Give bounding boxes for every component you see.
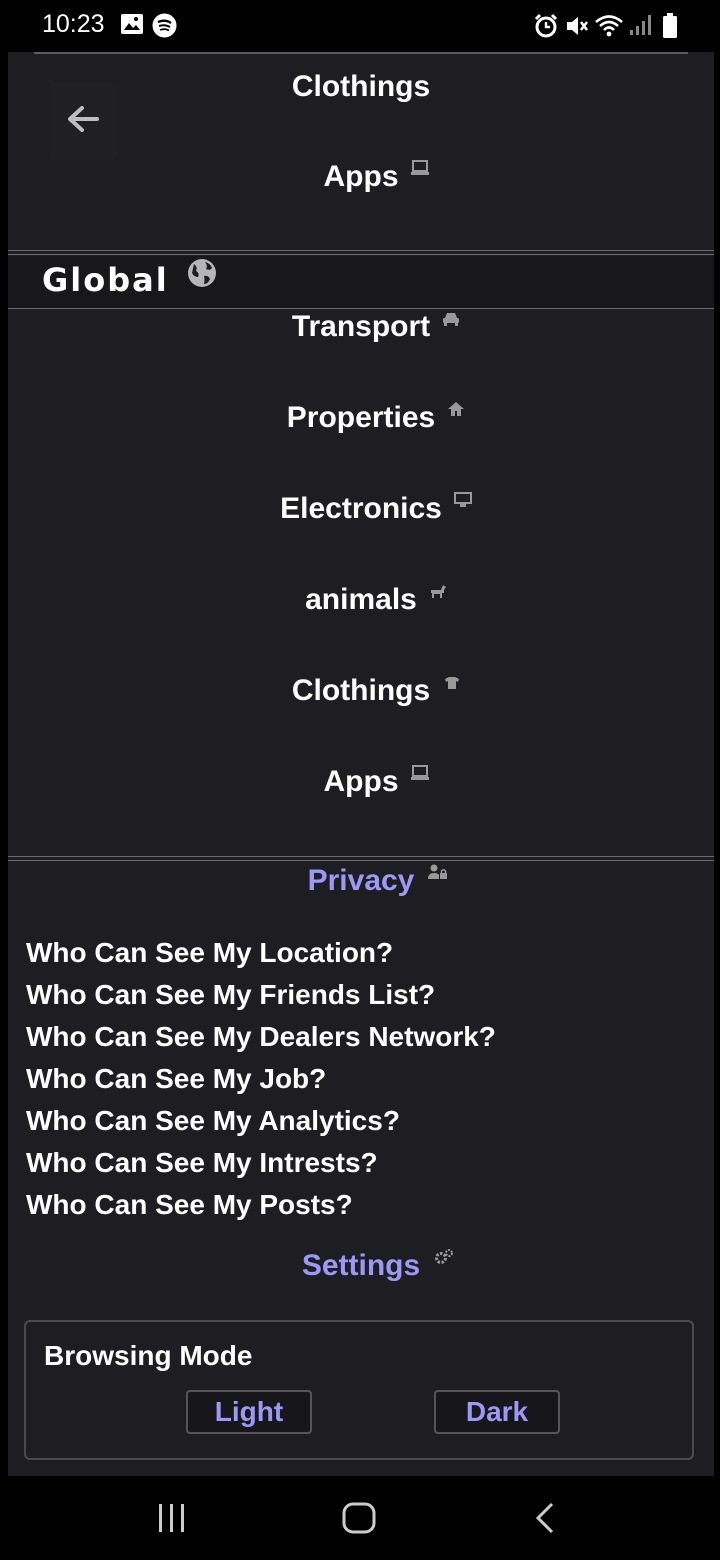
wifi-icon (594, 13, 624, 43)
mute-icon (564, 13, 590, 43)
status-bar: 10:23 (0, 0, 720, 52)
privacy-item-analytics[interactable]: Who Can See My Analytics? (26, 1100, 496, 1142)
home-button-icon[interactable] (340, 1500, 378, 1540)
browsing-mode-title: Browsing Mode (44, 1340, 253, 1371)
app-content: Clothings Apps Global Transport Properti… (8, 52, 714, 1476)
category-label: Clothings (291, 70, 431, 103)
category-label: animals (305, 583, 417, 616)
category-properties[interactable]: Properties (8, 401, 714, 435)
gears-icon (434, 1239, 454, 1273)
arrow-left-icon (67, 105, 99, 137)
privacy-item-location[interactable]: Who Can See My Location? (26, 932, 496, 974)
settings-title-label: Settings (301, 1249, 421, 1282)
privacy-item-friends-list[interactable]: Who Can See My Friends List? (26, 974, 496, 1016)
privacy-item-job[interactable]: Who Can See My Job? (26, 1058, 496, 1100)
shirt-icon (444, 664, 460, 698)
spotify-icon (152, 13, 177, 42)
divider (8, 856, 714, 857)
browsing-mode-card: Browsing Mode Light Dark (24, 1320, 694, 1460)
privacy-item-intrests[interactable]: Who Can See My Intrests? (26, 1142, 496, 1184)
category-apps-top[interactable]: Apps (8, 160, 714, 194)
dark-mode-button[interactable]: Dark (434, 1390, 560, 1434)
category-clothings-top[interactable]: Clothings (8, 70, 714, 104)
user-lock-icon (428, 854, 448, 888)
globe-icon (186, 257, 218, 293)
settings-title: Settings (8, 1249, 714, 1283)
light-mode-button[interactable]: Light (186, 1390, 312, 1434)
privacy-item-dealers-network[interactable]: Who Can See My Dealers Network? (26, 1016, 496, 1058)
home-icon (447, 391, 465, 425)
divider (8, 308, 714, 309)
laptop-icon (410, 755, 429, 789)
divider (8, 254, 714, 255)
category-electronics[interactable]: Electronics (8, 492, 714, 526)
recent-apps-icon[interactable] (156, 1500, 188, 1540)
battery-icon (662, 13, 678, 43)
privacy-item-posts[interactable]: Who Can See My Posts? (26, 1184, 496, 1226)
status-time: 10:23 (42, 10, 105, 38)
category-label: Transport (291, 310, 431, 343)
category-label: Electronics (280, 492, 442, 525)
back-nav-icon[interactable] (530, 1500, 562, 1540)
image-icon (120, 13, 144, 39)
privacy-title-label: Privacy (307, 864, 415, 897)
category-label: Properties (286, 401, 436, 434)
divider (8, 250, 714, 251)
category-clothings[interactable]: Clothings (8, 674, 714, 708)
signal-icon (628, 13, 652, 41)
privacy-title: Privacy (8, 864, 714, 898)
category-transport[interactable]: Transport (8, 310, 714, 344)
car-icon (442, 300, 460, 334)
global-title: Global (42, 261, 169, 299)
laptop-icon (410, 150, 429, 184)
alarm-icon (533, 13, 559, 43)
privacy-list: Who Can See My Location? Who Can See My … (26, 932, 496, 1226)
divider (8, 860, 714, 861)
monitor-icon (453, 482, 472, 516)
top-divider (34, 52, 688, 54)
category-label: Apps (323, 160, 399, 193)
horse-icon (429, 573, 447, 607)
category-label: Clothings (291, 674, 431, 707)
category-label: Apps (323, 765, 399, 798)
system-nav-bar (0, 1476, 720, 1560)
category-animals[interactable]: animals (8, 583, 714, 617)
category-apps[interactable]: Apps (8, 765, 714, 799)
